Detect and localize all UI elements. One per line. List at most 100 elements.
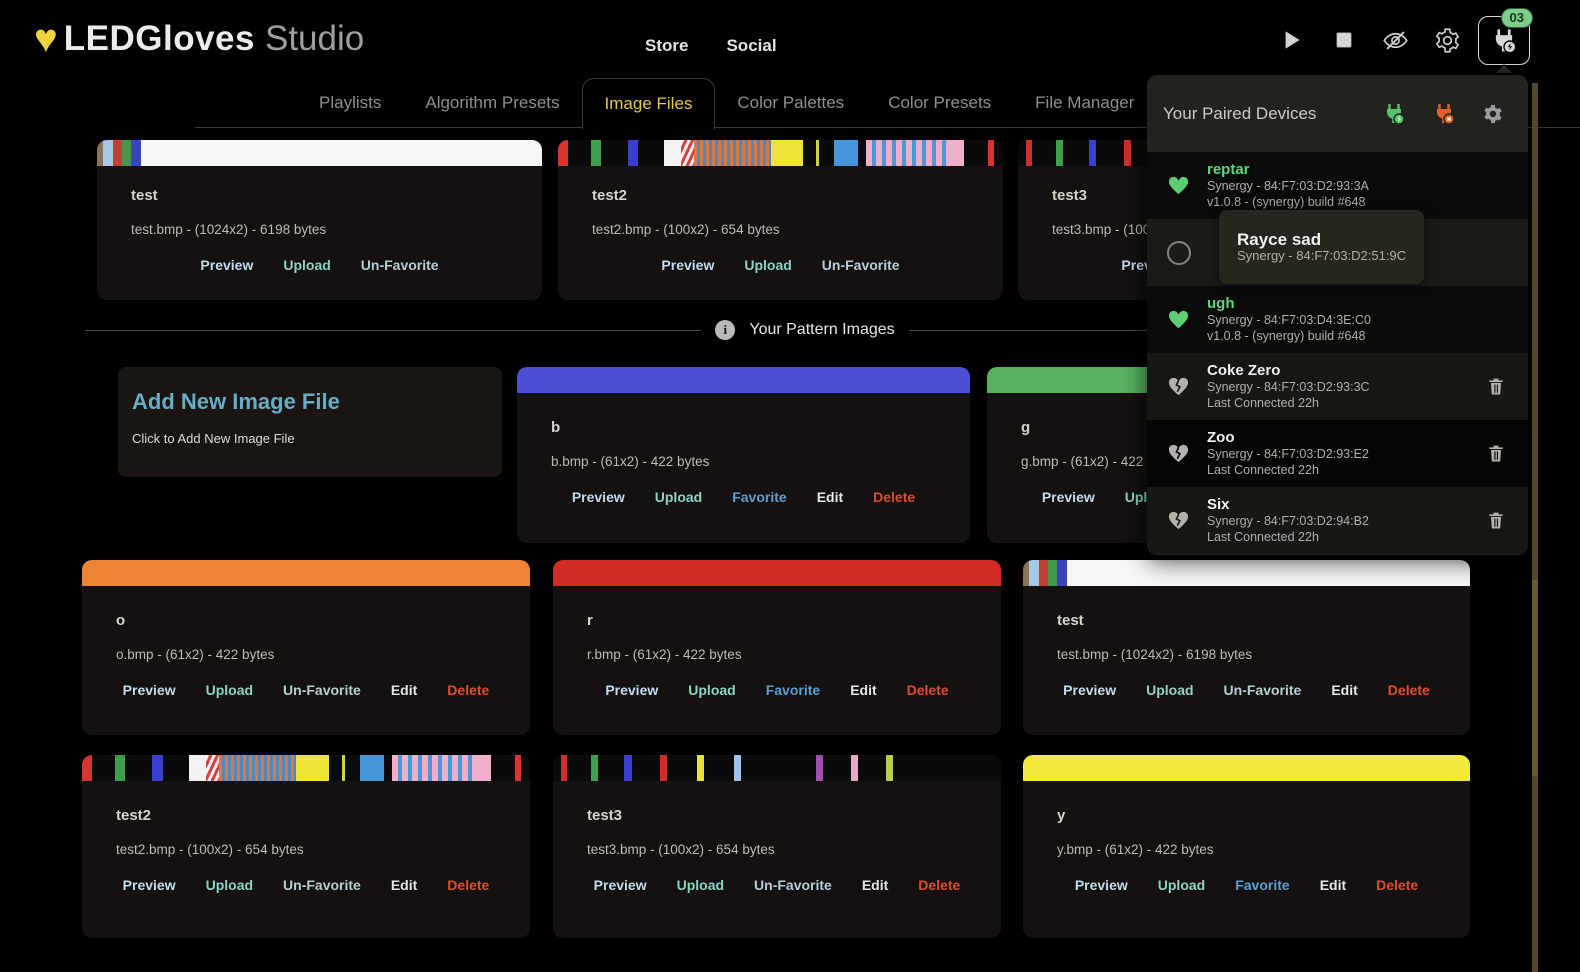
delete-button[interactable]: Delete	[907, 682, 949, 698]
upload-button[interactable]: Upload	[206, 682, 253, 698]
card-actions: Preview Upload Favorite Edit Delete	[553, 682, 1001, 698]
add-new-image-card[interactable]: Add New Image File Click to Add New Imag…	[118, 367, 502, 477]
upload-button[interactable]: Upload	[744, 257, 791, 273]
device-name: Zoo	[1207, 429, 1369, 446]
upload-button[interactable]: Upload	[677, 877, 724, 893]
device-last-connected: Last Connected 22h	[1207, 462, 1369, 478]
delete-device-icon[interactable]	[1486, 443, 1506, 465]
preview-button[interactable]: Preview	[605, 682, 658, 698]
preview-button[interactable]: Preview	[594, 877, 647, 893]
unfavorite-button[interactable]: Un-Favorite	[754, 877, 832, 893]
tab-image-files[interactable]: Image Files	[582, 78, 716, 129]
edit-button[interactable]: Edit	[391, 877, 417, 893]
delete-button[interactable]: Delete	[873, 489, 915, 505]
image-card-test2-favorite: test2 test2.bmp - (100x2) - 654 bytes Pr…	[558, 140, 1003, 300]
tab-playlists[interactable]: Playlists	[297, 78, 403, 128]
image-card-r: r r.bmp - (61x2) - 422 bytes Preview Upl…	[553, 560, 1001, 735]
upload-button[interactable]: Upload	[283, 257, 330, 273]
preview-button[interactable]: Preview	[1042, 489, 1095, 505]
device-row-zoo[interactable]: Zoo Synergy - 84:F7:03:D2:93:E2 Last Con…	[1147, 420, 1528, 487]
tab-algorithm-presets[interactable]: Algorithm Presets	[403, 78, 581, 128]
image-preview-strip[interactable]	[553, 755, 1001, 781]
preview-button[interactable]: Preview	[1075, 877, 1128, 893]
edit-button[interactable]: Edit	[817, 489, 843, 505]
delete-button[interactable]: Delete	[447, 682, 489, 698]
image-meta: test.bmp - (1024x2) - 6198 bytes	[1057, 647, 1470, 662]
edit-button[interactable]: Edit	[850, 682, 876, 698]
device-row-rayce-sad[interactable]: Rayce sad Synergy - 84:F7:03:D2:51:9C	[1147, 219, 1528, 286]
upload-button[interactable]: Upload	[688, 682, 735, 698]
nav-store[interactable]: Store	[645, 36, 688, 56]
preview-button[interactable]: Preview	[1063, 682, 1116, 698]
device-hover-card: Rayce sad Synergy - 84:F7:03:D2:51:9C	[1219, 210, 1424, 284]
device-row-coke-zero[interactable]: Coke Zero Synergy - 84:F7:03:D2:93:3C La…	[1147, 353, 1528, 420]
delete-button[interactable]: Delete	[1388, 682, 1430, 698]
unpaired-circle-icon[interactable]	[1167, 241, 1193, 265]
device-row-ugh[interactable]: ugh Synergy - 84:F7:03:D4:3E:C0 v1.0.8 -…	[1147, 286, 1528, 353]
favorite-button[interactable]: Favorite	[1235, 877, 1289, 893]
preview-button[interactable]: Preview	[123, 877, 176, 893]
image-preview-strip[interactable]	[553, 560, 1001, 586]
delete-button[interactable]: Delete	[918, 877, 960, 893]
card-actions: Preview Upload Un-Favorite Edit Delete	[553, 877, 1001, 893]
image-preview-strip[interactable]	[82, 560, 530, 586]
unfavorite-button[interactable]: Un-Favorite	[1224, 682, 1302, 698]
image-preview-strip[interactable]	[1023, 755, 1470, 781]
nav-social[interactable]: Social	[726, 36, 776, 56]
vertical-scrollbar[interactable]	[1532, 83, 1538, 972]
image-preview-strip[interactable]	[82, 755, 530, 781]
settings-icon[interactable]	[1434, 27, 1461, 59]
broken-heart-icon[interactable]	[1167, 375, 1193, 398]
unfavorite-button[interactable]: Un-Favorite	[283, 682, 361, 698]
image-preview-strip[interactable]	[97, 140, 542, 166]
unfavorite-button[interactable]: Un-Favorite	[283, 877, 361, 893]
upload-button[interactable]: Upload	[1146, 682, 1193, 698]
tab-color-presets[interactable]: Color Presets	[866, 78, 1013, 128]
app-brand: ♥ LEDGloves Studio	[34, 10, 364, 68]
image-title: y	[1057, 807, 1470, 824]
delete-button[interactable]: Delete	[1376, 877, 1418, 893]
tab-file-manager[interactable]: File Manager	[1013, 78, 1156, 128]
favorite-heart-icon[interactable]	[1167, 174, 1193, 197]
info-icon[interactable]: i	[715, 320, 735, 340]
plug-disconnect-icon[interactable]	[1432, 102, 1456, 126]
edit-button[interactable]: Edit	[1331, 682, 1357, 698]
upload-button[interactable]: Upload	[1158, 877, 1205, 893]
device-row-reptar[interactable]: reptar Synergy - 84:F7:03:D2:93:3A v1.0.…	[1147, 152, 1528, 219]
image-meta: o.bmp - (61x2) - 422 bytes	[116, 647, 530, 662]
plug-connected-icon[interactable]	[1382, 102, 1406, 126]
delete-device-icon[interactable]	[1486, 510, 1506, 532]
image-preview-strip[interactable]	[1023, 560, 1470, 586]
unfavorite-button[interactable]: Un-Favorite	[822, 257, 900, 273]
play-icon[interactable]	[1278, 27, 1304, 58]
card-actions: Preview Upload Un-Favorite	[97, 257, 542, 273]
paired-devices-button[interactable]: 03	[1478, 16, 1530, 65]
device-settings-icon[interactable]	[1482, 103, 1504, 125]
edit-button[interactable]: Edit	[862, 877, 888, 893]
visibility-off-icon[interactable]	[1382, 27, 1409, 59]
delete-device-icon[interactable]	[1486, 376, 1506, 398]
device-row-six[interactable]: Six Synergy - 84:F7:03:D2:94:B2 Last Con…	[1147, 487, 1528, 554]
favorite-button[interactable]: Favorite	[766, 682, 820, 698]
upload-button[interactable]: Upload	[206, 877, 253, 893]
image-preview-strip[interactable]	[558, 140, 1003, 166]
unfavorite-button[interactable]: Un-Favorite	[361, 257, 439, 273]
edit-button[interactable]: Edit	[1320, 877, 1346, 893]
preview-button[interactable]: Preview	[200, 257, 253, 273]
edit-button[interactable]: Edit	[391, 682, 417, 698]
device-address: Synergy - 84:F7:03:D2:93:E2	[1207, 446, 1369, 462]
stop-icon[interactable]	[1333, 29, 1355, 56]
favorite-heart-icon[interactable]	[1167, 308, 1193, 331]
image-preview-strip[interactable]	[517, 367, 970, 393]
preview-button[interactable]: Preview	[661, 257, 714, 273]
scrollbar-thumb[interactable]	[1532, 580, 1538, 776]
device-address: Synergy - 84:F7:03:D2:94:B2	[1207, 513, 1369, 529]
tab-color-palettes[interactable]: Color Palettes	[715, 78, 866, 128]
broken-heart-icon[interactable]	[1167, 509, 1193, 532]
broken-heart-icon[interactable]	[1167, 442, 1193, 465]
preview-button[interactable]: Preview	[572, 489, 625, 505]
upload-button[interactable]: Upload	[655, 489, 702, 505]
favorite-button[interactable]: Favorite	[732, 489, 786, 505]
preview-button[interactable]: Preview	[123, 682, 176, 698]
delete-button[interactable]: Delete	[447, 877, 489, 893]
